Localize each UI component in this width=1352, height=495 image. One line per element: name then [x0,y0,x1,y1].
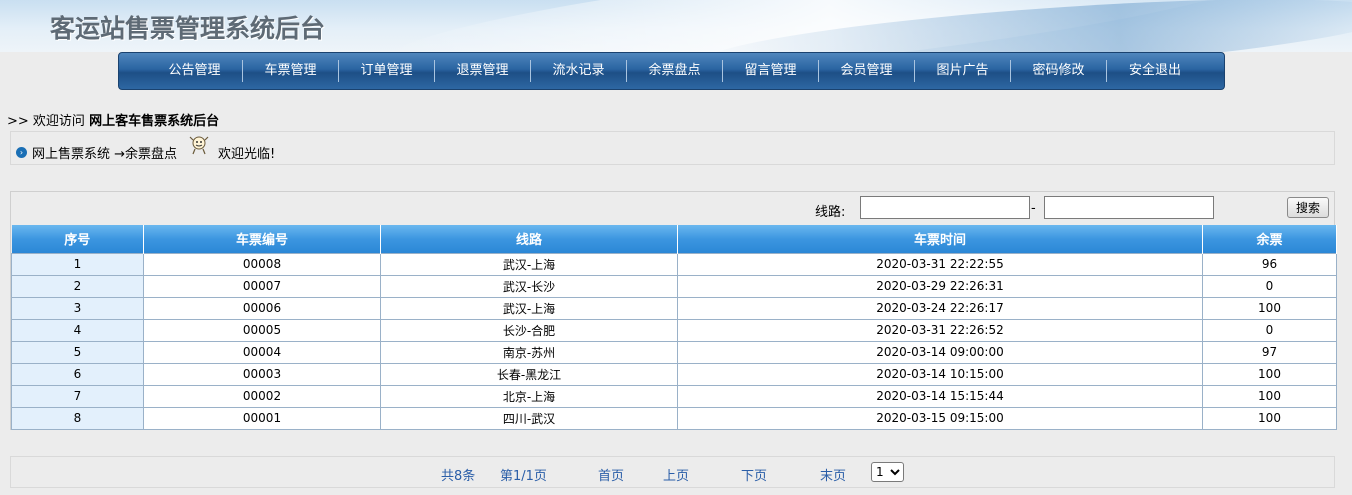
cell-ticket-id: 00008 [143,252,381,276]
nav-change-password[interactable]: 密码修改 [1011,60,1107,82]
cell-index: 5 [11,340,144,364]
ticket-panel: 线路: - 搜索 序号 车票编号 线路 车票时间 余票 1 00008 武汉-上… [10,191,1337,430]
route-to-input[interactable] [1044,196,1214,219]
col-header-route: 线路 [380,225,678,253]
nav-member-mgmt[interactable]: 会员管理 [819,60,915,82]
app-title: 客运站售票管理系统后台 [50,14,326,43]
table-row: 7 00002 北京-上海 2020-03-14 15:15:44 100 [11,384,1337,408]
nav-order-mgmt[interactable]: 订单管理 [339,60,435,82]
nav-transaction-log[interactable]: 流水记录 [531,60,627,82]
cell-remaining: 100 [1202,296,1337,320]
cell-remaining: 96 [1202,252,1337,276]
ticket-table: 序号 车票编号 线路 车票时间 余票 1 00008 武汉-上海 2020-03… [11,225,1337,430]
nav-announcement-mgmt[interactable]: 公告管理 [147,60,243,82]
nav-message-mgmt[interactable]: 留言管理 [723,60,819,82]
table-row: 2 00007 武汉-长沙 2020-03-29 22:26:31 0 [11,274,1337,298]
cell-ticket-time: 2020-03-14 15:15:44 [677,384,1203,408]
nav-ticket-mgmt[interactable]: 车票管理 [243,60,339,82]
table-header-row: 序号 车票编号 线路 车票时间 余票 [11,225,1337,253]
cell-remaining: 97 [1202,340,1337,364]
col-header-index: 序号 [11,225,144,253]
cell-ticket-id: 00003 [143,362,381,386]
page-select[interactable]: 1 [871,462,904,482]
nav-remaining-tickets[interactable]: 余票盘点 [627,60,723,82]
arrow-bullet-icon: › [16,147,27,158]
welcome-line: >> 欢迎访问 网上客车售票系统后台 [7,110,219,129]
welcome-prefix: >> 欢迎访问 [7,114,85,129]
cell-index: 6 [11,362,144,386]
cell-ticket-time: 2020-03-31 22:22:55 [677,252,1203,276]
cell-ticket-time: 2020-03-14 10:15:00 [677,362,1203,386]
table-row: 4 00005 长沙-合肥 2020-03-31 22:26:52 0 [11,318,1337,342]
cell-route: 北京-上海 [380,384,678,408]
cell-ticket-time: 2020-03-31 22:26:52 [677,318,1203,342]
breadcrumb: › 网上售票系统 →余票盘点 欢迎光临! [10,131,1335,165]
page-indicator: 第1/1页 [500,469,547,484]
route-from-input[interactable] [860,196,1030,219]
main-nav: 公告管理 车票管理 订单管理 退票管理 流水记录 余票盘点 留言管理 会员管理 … [118,52,1225,90]
cell-remaining: 0 [1202,274,1337,298]
cell-ticket-id: 00001 [143,406,381,430]
table-row: 8 00001 四川-武汉 2020-03-15 09:15:00 100 [11,406,1337,430]
cell-route: 武汉-上海 [380,252,678,276]
first-page-link[interactable]: 首页 [598,465,624,484]
cell-route: 武汉-上海 [380,296,678,320]
table-row: 1 00008 武汉-上海 2020-03-31 22:22:55 96 [11,252,1337,276]
cell-ticket-id: 00006 [143,296,381,320]
table-row: 5 00004 南京-苏州 2020-03-14 09:00:00 97 [11,340,1337,364]
cell-ticket-time: 2020-03-24 22:26:17 [677,296,1203,320]
cell-remaining: 0 [1202,318,1337,342]
cell-ticket-time: 2020-03-29 22:26:31 [677,274,1203,298]
search-button[interactable]: 搜索 [1287,197,1329,218]
header-banner: 客运站售票管理系统后台 [0,0,1352,52]
nav-refund-mgmt[interactable]: 退票管理 [435,60,531,82]
nav-image-ads[interactable]: 图片广告 [915,60,1011,82]
cell-index: 7 [11,384,144,408]
last-page-link[interactable]: 末页 [820,465,846,484]
mascot-icon [189,136,209,155]
route-label: 线路: [815,205,846,220]
cell-route: 四川-武汉 [380,406,678,430]
cell-ticket-time: 2020-03-15 09:15:00 [677,406,1203,430]
cell-ticket-id: 00005 [143,318,381,342]
cell-route: 南京-苏州 [380,340,678,364]
cell-ticket-id: 00002 [143,384,381,408]
cell-remaining: 100 [1202,362,1337,386]
greeting-text: 欢迎光临! [218,147,276,162]
cell-ticket-id: 00004 [143,340,381,364]
cell-index: 4 [11,318,144,342]
table-row: 3 00006 武汉-上海 2020-03-24 22:26:17 100 [11,296,1337,320]
cell-ticket-time: 2020-03-14 09:00:00 [677,340,1203,364]
cell-index: 8 [11,406,144,430]
cell-route: 长沙-合肥 [380,318,678,342]
nav-logout[interactable]: 安全退出 [1107,60,1203,82]
table-row: 6 00003 长春-黑龙江 2020-03-14 10:15:00 100 [11,362,1337,386]
pagination: 共8条 第1/1页 首页 上页 下页 末页 1 [10,456,1335,488]
cell-index: 2 [11,274,144,298]
cell-index: 1 [11,252,144,276]
total-count: 共8条 [441,469,476,484]
prev-page-link[interactable]: 上页 [663,465,689,484]
cell-ticket-id: 00007 [143,274,381,298]
next-page-link[interactable]: 下页 [741,465,767,484]
cell-index: 3 [11,296,144,320]
route-dash: - [1031,201,1036,216]
welcome-site-name: 网上客车售票系统后台 [89,114,220,129]
col-header-ticket-time: 车票时间 [677,225,1203,253]
breadcrumb-path: 网上售票系统 →余票盘点 [32,147,178,162]
cell-remaining: 100 [1202,406,1337,430]
cell-route: 长春-黑龙江 [380,362,678,386]
cell-remaining: 100 [1202,384,1337,408]
col-header-ticket-id: 车票编号 [143,225,381,253]
col-header-remaining: 余票 [1202,225,1337,253]
cell-route: 武汉-长沙 [380,274,678,298]
